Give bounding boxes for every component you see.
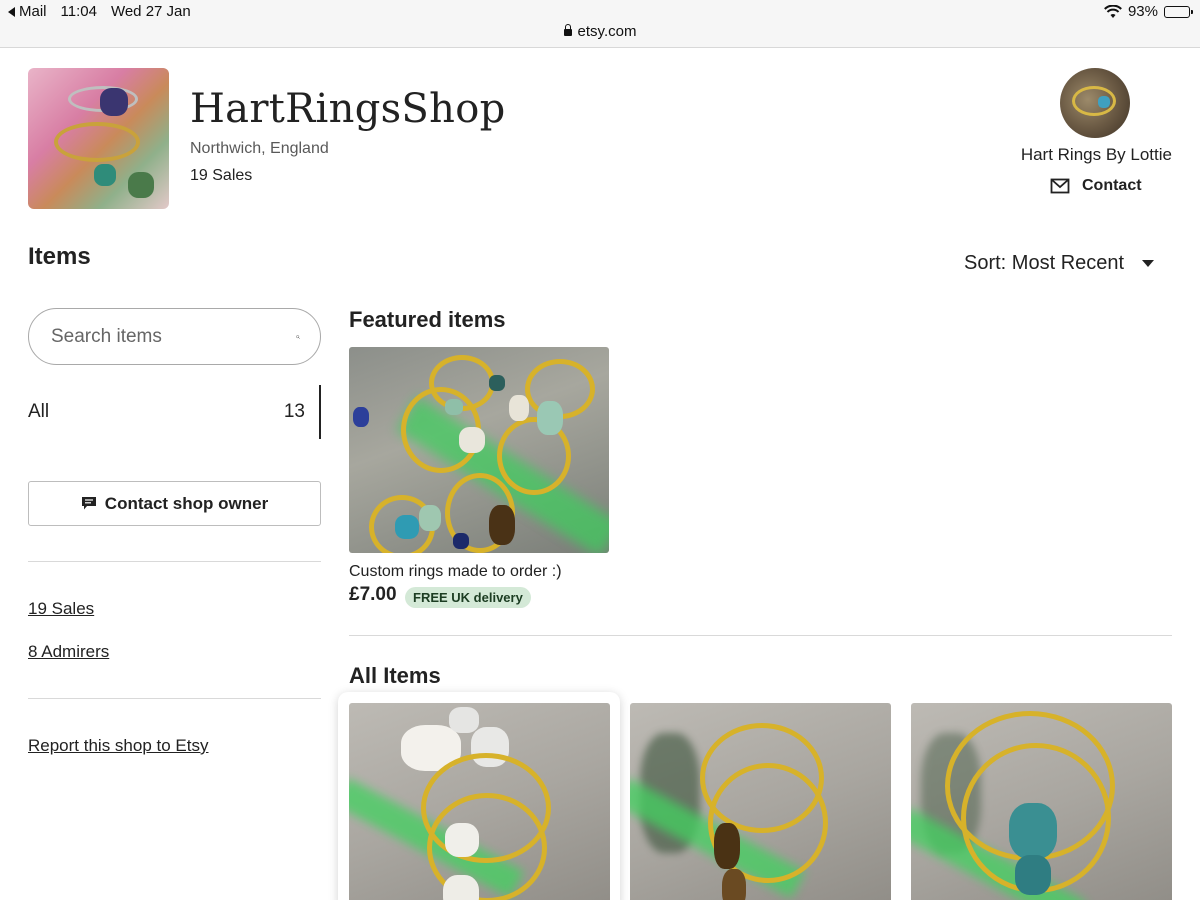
sort-label: Sort: Most Recent: [964, 252, 1125, 274]
owner-avatar[interactable]: [1060, 68, 1130, 138]
main-divider: [349, 635, 1172, 636]
sidebar-divider: [28, 698, 321, 699]
sales-link[interactable]: 19 Sales: [28, 599, 94, 619]
item-card-image[interactable]: [349, 703, 610, 900]
shop-name: HartRingsShop: [190, 86, 506, 132]
featured-item-image[interactable]: [349, 347, 609, 553]
owner-name[interactable]: Hart Rings By Lottie: [1021, 145, 1172, 165]
section-all-label: All: [28, 401, 50, 422]
status-right: 93%: [1104, 3, 1193, 20]
message-icon: [81, 497, 96, 510]
search-box[interactable]: [28, 308, 321, 365]
sidebar-divider: [28, 561, 321, 562]
status-left: Mail 11:04 Wed 27 Jan: [8, 3, 191, 20]
section-all-count: 13: [283, 401, 305, 422]
contact-shop-owner-button[interactable]: Contact shop owner: [28, 481, 321, 526]
featured-heading: Featured items: [349, 307, 506, 332]
search-icon[interactable]: [296, 324, 300, 350]
admirers-link[interactable]: 8 Admirers: [28, 642, 109, 662]
battery-percent: 93%: [1127, 3, 1158, 20]
status-time: 11:04: [60, 3, 97, 20]
shop-location: Northwich, England: [190, 140, 329, 157]
back-app-label: Mail: [19, 3, 47, 20]
featured-item-title[interactable]: Custom rings made to order :): [349, 563, 562, 581]
lock-icon: [563, 24, 572, 36]
battery-icon: [1164, 5, 1193, 18]
status-bar: Mail 11:04 Wed 27 Jan 93% etsy.com: [0, 0, 1200, 48]
status-date: Wed 27 Jan: [110, 3, 191, 20]
item-card-image[interactable]: [911, 703, 1172, 900]
featured-item-price: £7.00: [349, 584, 397, 605]
report-shop-link[interactable]: Report this shop to Etsy: [28, 736, 208, 756]
all-items-heading: All Items: [349, 663, 441, 688]
mail-icon: [1050, 178, 1070, 194]
shop-icon-image: [28, 68, 169, 209]
sort-dropdown[interactable]: Sort: Most Recent: [964, 252, 1155, 275]
section-all[interactable]: All 13: [28, 385, 321, 439]
caret-down-icon: [1142, 260, 1155, 267]
shop-sales-count: 19 Sales: [190, 167, 253, 184]
selected-indicator: [319, 385, 321, 439]
search-input[interactable]: [51, 325, 296, 348]
wifi-icon: [1104, 4, 1122, 18]
free-delivery-badge: FREE UK delivery: [405, 587, 531, 608]
url-bar[interactable]: etsy.com: [0, 23, 1200, 40]
contact-shop-owner-label: Contact shop owner: [104, 493, 269, 513]
back-to-app[interactable]: Mail: [8, 3, 47, 20]
items-heading: Items: [28, 243, 91, 270]
item-card-image[interactable]: [630, 703, 891, 900]
contact-label: Contact: [1082, 177, 1142, 194]
url-text: etsy.com: [577, 23, 637, 40]
back-arrow-icon: [8, 6, 15, 17]
contact-owner-link[interactable]: Contact: [1050, 177, 1142, 195]
